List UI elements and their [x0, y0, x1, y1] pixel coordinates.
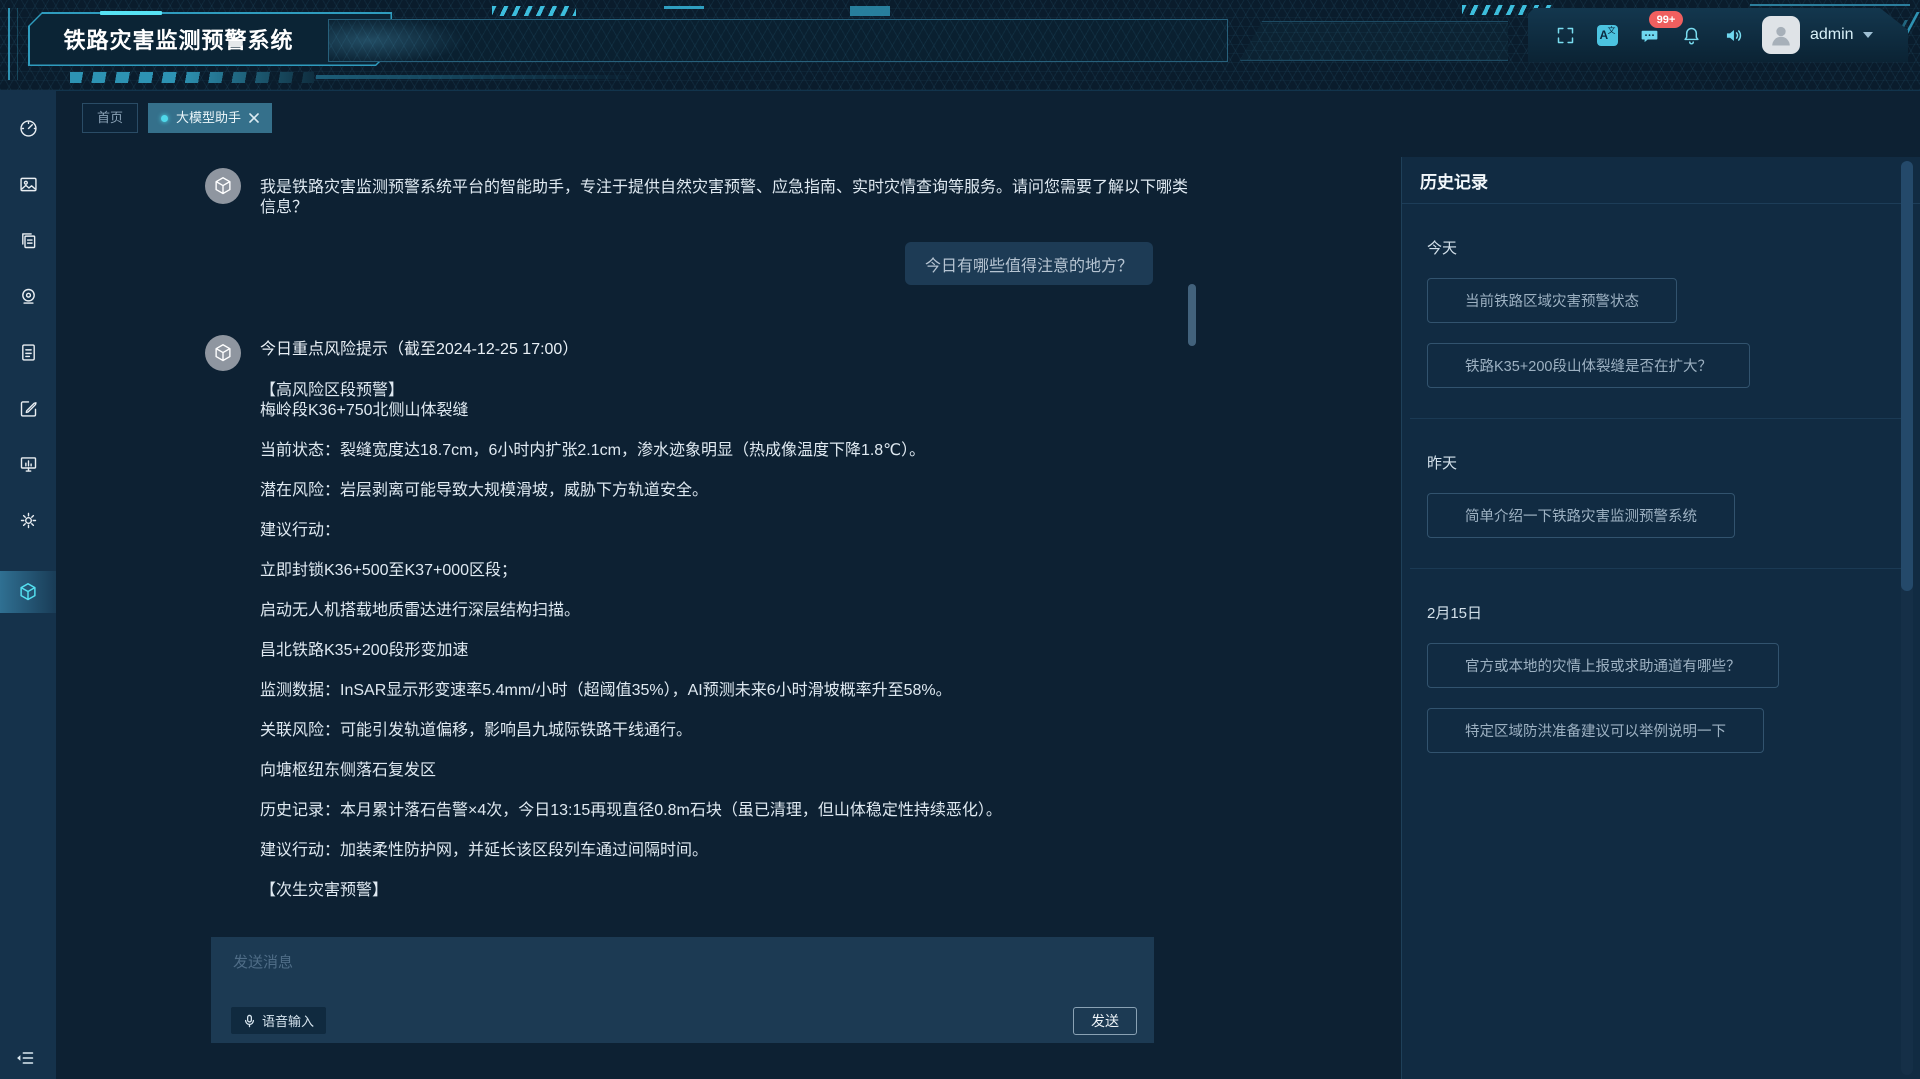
report-title: 今日重点风险提示（截至2024-12-25 17:00） [260, 340, 1190, 360]
sidebar-item-documents[interactable] [0, 212, 56, 268]
person-icon [1767, 21, 1795, 49]
history-item[interactable]: 特定区域防洪准备建议可以举例说明一下 [1427, 708, 1764, 753]
sidebar-item-monitor-images[interactable] [0, 156, 56, 212]
decor-slashes-left [492, 6, 576, 16]
report-paragraph: 建议行动： [260, 521, 1190, 541]
close-icon [249, 113, 259, 123]
dashboard-icon [18, 118, 39, 139]
picture-icon [18, 174, 39, 195]
sidebar-item-edit[interactable] [0, 380, 56, 436]
assistant-avatar [205, 335, 241, 371]
message-input[interactable] [231, 949, 1135, 1001]
translate-button[interactable]: A 文 [1586, 8, 1628, 62]
sidebar-item-reports[interactable] [0, 324, 56, 380]
copy-document-icon [18, 230, 39, 251]
app-title: 铁路灾害监测预警系统 [64, 23, 294, 55]
header-left-accent [8, 8, 18, 80]
report-paragraph: 监测数据：InSAR显示形变速率5.4mm/小时（超阈值35%），AI预测未来6… [260, 681, 1190, 701]
report-paragraph: 立即封锁K36+500至K37+000区段； [260, 561, 1190, 581]
history-group-label: 昨天 [1427, 452, 1880, 473]
report-paragraph: 建议行动：加装柔性防护网，并延长该区段列车通过间隔时间。 [260, 841, 1190, 861]
tab-bar: 首页 大模型助手 [82, 103, 272, 133]
title-accent-line [100, 11, 162, 15]
report-paragraph: 当前状态：裂缝宽度达18.7cm，6小时内扩张2.1cm，渗水迹象明显（热成像温… [260, 441, 1190, 461]
report-paragraph: 关联风险：可能引发轨道偏移，影响昌九城际铁路干线通行。 [260, 721, 1190, 741]
edit-icon [18, 398, 39, 419]
chevron-down-icon[interactable] [1863, 32, 1873, 38]
assistant-intro-message: 我是铁路灾害监测预警系统平台的智能助手，专注于提供自然灾害预警、应急指南、实时灾… [260, 178, 1200, 218]
active-tab-dot [161, 115, 168, 122]
sound-button[interactable] [1712, 8, 1754, 62]
tab-assistant[interactable]: 大模型助手 [148, 103, 272, 133]
message-input-panel: 语音输入 发送 [211, 937, 1154, 1043]
fullscreen-button[interactable] [1544, 8, 1586, 62]
notifications-button[interactable] [1670, 8, 1712, 62]
user-avatar[interactable] [1762, 16, 1800, 54]
report-paragraph: 昌北铁路K35+200段形变加速 [260, 641, 1190, 661]
username-label[interactable]: admin [1810, 26, 1854, 44]
chat-scrollbar-thumb[interactable] [1188, 284, 1196, 346]
history-item[interactable]: 当前铁路区域灾害预警状态 [1427, 278, 1677, 323]
speaker-icon [1723, 25, 1744, 46]
report-paragraph: 向塘枢纽东侧落石复发区 [260, 761, 1190, 781]
assistant-avatar [205, 168, 241, 204]
sidebar-item-settings[interactable] [0, 492, 56, 548]
user-message: 今日有哪些值得注意的地方？ [905, 242, 1153, 285]
left-sidebar [0, 90, 56, 1079]
history-list: 今天 当前铁路区域灾害预警状态 铁路K35+200段山体裂缝是否在扩大？ 昨天 … [1402, 237, 1920, 753]
messages-button[interactable]: 99+ [1628, 8, 1670, 62]
decor-dash [664, 6, 704, 9]
history-item[interactable]: 简单介绍一下铁路灾害监测预警系统 [1427, 493, 1735, 538]
history-item[interactable]: 官方或本地的灾情上报或求助通道有哪些？ [1427, 643, 1779, 688]
tab-home[interactable]: 首页 [82, 103, 138, 133]
cube-icon [212, 175, 234, 197]
sidebar-item-dashboard[interactable] [0, 100, 56, 156]
sidebar-collapse-button[interactable] [14, 1048, 36, 1071]
decor-rect [850, 6, 890, 16]
cube-icon [17, 581, 39, 603]
voice-input-button[interactable]: 语音输入 [231, 1007, 326, 1034]
risk-report-message: 今日重点风险提示（截至2024-12-25 17:00） 【高风险区段预警】 梅… [260, 340, 1190, 921]
report-paragraph: 历史记录：本月累计落石告警×4次，今日13:15再现直径0.8m石块（虽已清理，… [260, 801, 1190, 821]
sidebar-item-analytics[interactable] [0, 436, 56, 492]
header-decor-bar-2 [1240, 21, 1508, 61]
divider [1410, 418, 1906, 419]
history-title: 历史记录 [1402, 157, 1920, 204]
report-paragraph: 启动无人机搭载地质雷达进行深层结构扫描。 [260, 601, 1190, 621]
data-board-icon [18, 454, 39, 475]
history-scrollbar-thumb[interactable] [1901, 161, 1913, 591]
cube-icon [212, 342, 234, 364]
history-item[interactable]: 铁路K35+200段山体裂缝是否在扩大？ [1427, 343, 1750, 388]
send-button[interactable]: 发送 [1073, 1007, 1137, 1035]
header-stripes [70, 72, 314, 83]
history-panel: 历史记录 今天 当前铁路区域灾害预警状态 铁路K35+200段山体裂缝是否在扩大… [1401, 157, 1920, 1079]
divider [1410, 568, 1906, 569]
history-group-label: 今天 [1427, 237, 1880, 258]
header-toolbar: A 文 99+ admin [1528, 8, 1908, 62]
decor-topline-right [1750, 4, 1910, 6]
tab-close-button[interactable] [249, 113, 259, 123]
bell-icon [1681, 25, 1702, 46]
report-paragraph: 【高风险区段预警】 梅岭段K36+750北侧山体裂缝 [260, 381, 1190, 421]
header-stripe-tail [316, 75, 646, 79]
collapse-menu-icon [14, 1048, 36, 1068]
report-paragraph: 潜在风险：岩层剥离可能导致大规模滑坡，威胁下方轨道安全。 [260, 481, 1190, 501]
top-header: 铁路灾害监测预警系统 A 文 99+ [0, 0, 1920, 91]
sidebar-item-ai-assistant[interactable] [0, 571, 56, 613]
microphone-icon [243, 1014, 256, 1028]
gear-icon [18, 510, 39, 531]
app-root: 铁路灾害监测预警系统 A 文 99+ [0, 0, 1920, 1079]
document-icon [18, 342, 39, 363]
webcam-icon [18, 286, 39, 307]
header-decor-bar [328, 19, 1228, 62]
fullscreen-icon [1555, 25, 1576, 46]
report-paragraph: 【次生灾害预警】 [260, 881, 1190, 901]
history-group-label: 2月15日 [1427, 602, 1880, 623]
translate-icon: A 文 [1597, 25, 1618, 46]
sidebar-item-camera[interactable] [0, 268, 56, 324]
